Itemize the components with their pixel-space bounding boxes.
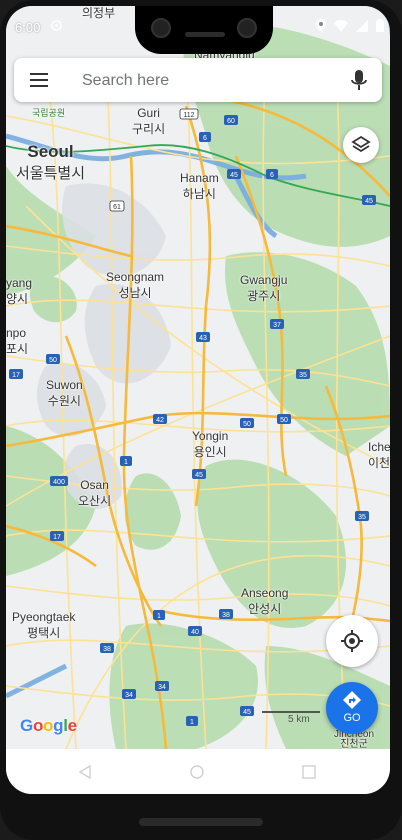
shield-60: 60 [224,115,238,125]
shield-400: 400 [50,476,68,486]
menu-icon[interactable] [30,71,50,89]
shield-61: 61 [109,200,125,212]
search-input[interactable] [80,68,334,94]
shield-50b: 50 [240,418,254,428]
svg-text:1: 1 [190,719,194,726]
shield-40: 40 [188,626,202,636]
svg-text:34: 34 [125,692,133,699]
shield-37: 37 [270,319,284,329]
status-icons [316,19,384,32]
svg-text:6: 6 [203,135,207,142]
screen: 45 60 6 6 45 37 43 50 17 35 42 50 50 1 4… [6,6,390,794]
svg-text:400: 400 [53,479,65,486]
shield-45d: 45 [240,706,254,716]
svg-text:38: 38 [222,612,230,619]
earpiece-speaker [185,32,225,37]
front-sensor [237,18,257,38]
shield-38a: 38 [219,609,233,619]
wifi-icon [334,19,348,32]
shield-45b: 45 [362,195,376,205]
scale-label: 5 km [288,714,310,725]
svg-text:45: 45 [243,709,251,716]
recents-icon[interactable] [302,765,316,779]
shield-112: 112 [179,108,199,120]
go-label: GO [343,712,361,724]
svg-text:50: 50 [280,417,288,424]
svg-text:38: 38 [103,646,111,653]
directions-icon [343,691,361,709]
front-camera [151,18,171,38]
svg-text:35: 35 [358,514,366,521]
signal-icon [356,19,368,32]
home-icon[interactable] [190,765,204,779]
svg-text:45: 45 [195,472,203,479]
shield-42: 42 [153,414,167,424]
svg-text:40: 40 [191,629,199,636]
svg-text:45: 45 [230,172,238,179]
layers-icon [351,135,371,153]
status-time: 6:00 [15,20,41,35]
shield-50c: 50 [277,414,291,424]
shield-17a: 17 [9,369,23,379]
svg-text:50: 50 [49,357,57,364]
scale-bar [262,711,320,713]
layers-button[interactable] [343,127,379,163]
svg-text:17: 17 [53,534,61,541]
shield-34b: 34 [122,689,136,699]
svg-text:61: 61 [113,204,121,211]
shield-6b: 6 [266,169,278,179]
back-icon[interactable] [78,765,92,779]
location-icon [316,19,326,32]
svg-text:60: 60 [227,118,235,125]
shield-45c: 45 [192,469,206,479]
svg-text:37: 37 [273,322,281,329]
svg-text:112: 112 [183,112,194,119]
google-logo: Google [20,716,77,735]
svg-text:1: 1 [157,613,161,620]
svg-text:1: 1 [124,459,128,466]
shield-38b: 38 [100,643,114,653]
system-nav-bar [6,749,390,794]
my-location-icon [341,630,363,652]
svg-text:34: 34 [158,684,166,691]
shield-35a: 35 [296,369,310,379]
shield-6a: 6 [199,132,211,142]
shield-1b: 1 [153,610,165,620]
mic-icon[interactable] [350,70,368,92]
search-bar[interactable] [14,58,382,102]
shield-43: 43 [196,332,210,342]
svg-text:43: 43 [199,335,207,342]
bottom-speaker [139,818,263,826]
shield-34a: 34 [155,681,169,691]
svg-text:45: 45 [365,198,373,205]
camera-notch [135,6,273,54]
svg-text:42: 42 [156,417,164,424]
phone-frame: 45 60 6 6 45 37 43 50 17 35 42 50 50 1 4… [0,0,402,840]
shield-35b: 35 [355,511,369,521]
svg-text:17: 17 [12,372,20,379]
svg-text:35: 35 [299,372,307,379]
directions-go-button[interactable]: GO [326,682,378,734]
svg-text:6: 6 [270,172,274,179]
shield-1c: 1 [186,716,198,726]
battery-icon [376,19,384,32]
shield-50a: 50 [46,354,60,364]
shield-45: 45 [227,169,241,179]
svg-text:50: 50 [243,421,251,428]
sync-icon [51,20,62,31]
shield-1a: 1 [120,456,132,466]
shield-17b: 17 [50,531,64,541]
my-location-button[interactable] [326,615,378,667]
